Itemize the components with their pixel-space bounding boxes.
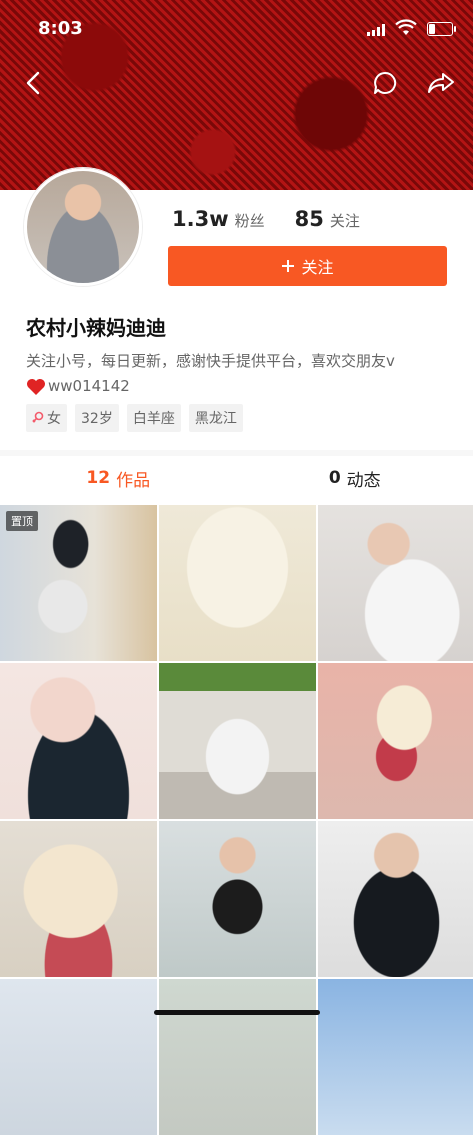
plus-icon: [281, 259, 295, 273]
battery-icon: [427, 22, 453, 36]
following-label[interactable]: 关注: [330, 210, 360, 231]
female-icon: [32, 411, 44, 425]
profile-tags: 女 32岁 白羊座 黑龙江: [26, 404, 243, 432]
video-thumbnail[interactable]: [318, 979, 473, 1135]
following-count[interactable]: 85: [295, 207, 324, 231]
tag-location: 黑龙江: [189, 404, 243, 432]
video-thumbnail[interactable]: [0, 663, 157, 819]
profile-bio: 关注小号，每日更新，感谢快手提供平台，喜欢交朋友v ww014142: [26, 349, 456, 399]
tab-works[interactable]: 12 作品: [0, 456, 237, 500]
profile-name: 农村小辣妈迪迪: [26, 312, 166, 341]
follow-button-label: 关注: [301, 254, 333, 278]
home-indicator: [154, 1010, 320, 1015]
video-thumbnail[interactable]: [159, 821, 316, 977]
bio-line-2: ww014142: [48, 374, 130, 399]
follow-button[interactable]: 关注: [168, 246, 447, 286]
signal-icon: [367, 24, 385, 36]
tab-works-label: 作品: [116, 466, 150, 491]
fans-label[interactable]: 粉丝: [235, 210, 265, 231]
comment-icon: [372, 70, 398, 96]
profile-stats: 1.3w 粉丝 85 关注: [172, 207, 384, 231]
video-thumbnail[interactable]: [0, 821, 157, 977]
bio-line-1: 关注小号，每日更新，感谢快手提供平台，喜欢交朋友v: [26, 349, 456, 374]
works-grid: 置顶: [0, 505, 473, 1135]
tag-age: 32岁: [75, 404, 119, 432]
avatar[interactable]: [24, 168, 142, 286]
tag-gender: 女: [26, 404, 67, 432]
pinned-badge: 置顶: [6, 511, 38, 531]
tab-moments[interactable]: 0 动态: [237, 456, 473, 500]
video-thumbnail[interactable]: [159, 505, 316, 661]
comment-button[interactable]: [368, 66, 402, 100]
share-button[interactable]: [424, 66, 458, 100]
video-thumbnail[interactable]: [0, 979, 157, 1135]
tab-works-count: 12: [86, 468, 110, 488]
tag-gender-label: 女: [47, 408, 61, 428]
heart-icon: [26, 378, 46, 396]
video-thumbnail[interactable]: [159, 979, 316, 1135]
status-bar: 8:03: [0, 0, 473, 58]
video-thumbnail[interactable]: [159, 663, 316, 819]
fans-count[interactable]: 1.3w: [172, 207, 229, 231]
status-time: 8:03: [38, 18, 83, 39]
video-thumbnail[interactable]: [318, 505, 473, 661]
tab-moments-count: 0: [329, 468, 341, 488]
video-thumbnail[interactable]: [318, 821, 473, 977]
tag-zodiac: 白羊座: [127, 404, 181, 432]
video-thumbnail[interactable]: [318, 663, 473, 819]
back-button[interactable]: [16, 66, 50, 100]
back-icon: [24, 71, 42, 95]
video-thumbnail[interactable]: 置顶: [0, 505, 157, 661]
tab-moments-label: 动态: [347, 466, 381, 491]
share-icon: [427, 71, 455, 95]
wifi-icon: [395, 19, 417, 37]
content-tabs: 12 作品 0 动态: [0, 456, 473, 500]
